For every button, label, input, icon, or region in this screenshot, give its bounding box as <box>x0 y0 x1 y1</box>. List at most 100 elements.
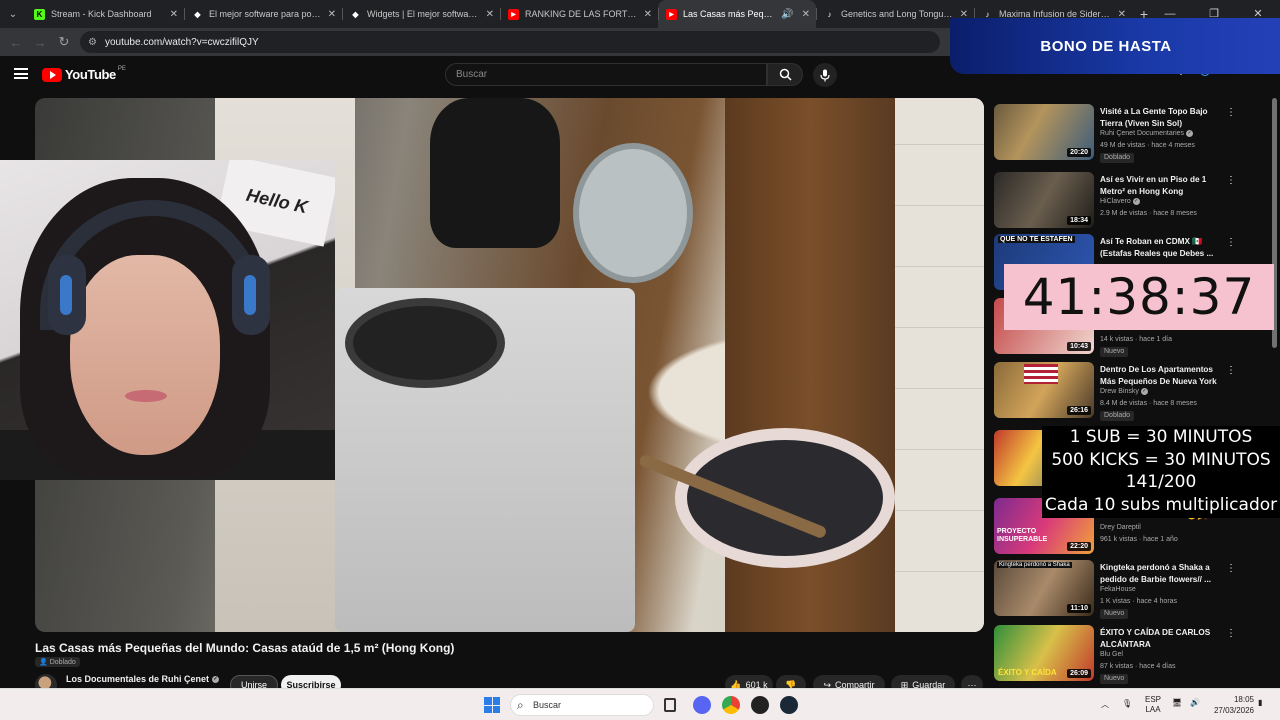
url-text: youtube.com/watch?v=cwczifilQJY <box>104 36 259 48</box>
tab-search-chevron-icon[interactable]: ⌄ <box>0 0 26 28</box>
obs-icon[interactable] <box>751 696 769 714</box>
headset-earcup-left <box>48 255 86 335</box>
list-item[interactable]: ÉXITO Y CAÍDA 26:09 ÉXITO Y CAÍDA DE CAR… <box>994 625 1264 685</box>
headset-earcup-right <box>232 255 270 335</box>
microphone-tray-icon[interactable]: 🎙 <box>1122 699 1132 708</box>
rec-channel[interactable]: Drey Dareptil <box>1100 524 1141 531</box>
verified-icon: ✓ <box>1140 388 1148 395</box>
close-tab-icon[interactable]: ✕ <box>328 9 336 20</box>
dubbed-icon: 👤 <box>39 659 48 666</box>
taskbar-search-input[interactable]: Buscar <box>510 694 654 716</box>
rec-more-icon[interactable]: ⋮ <box>1226 175 1236 186</box>
tab-title: El mejor software para potenciar <box>209 9 322 19</box>
rec-meta: 1 K vistas · hace 4 horas <box>1100 598 1178 605</box>
rec-channel-name: Ruhi Çenet Documentaries <box>1100 130 1185 137</box>
clock[interactable]: 18:05 27/03/2026 <box>1208 694 1254 716</box>
browser-tab[interactable]: K Stream - Kick Dashboard ✕ <box>26 0 184 28</box>
rec-meta: 2.9 M de vistas · hace 8 meses <box>1100 210 1197 217</box>
back-arrow-icon[interactable]: ← <box>4 35 28 50</box>
duration-badge: 26:16 <box>1067 406 1091 415</box>
voice-search-button[interactable] <box>813 63 837 87</box>
rec-channel-name: FekaHouse <box>1100 586 1136 593</box>
file-explorer-icon[interactable] <box>693 696 711 714</box>
rec-title[interactable]: Visité a La Gente Topo Bajo Tierra (Vive… <box>1100 106 1224 129</box>
volume-icon[interactable]: 🔊 <box>1190 698 1200 707</box>
dubbed-badge: Doblado <box>1100 411 1135 421</box>
rec-more-icon[interactable]: ⋮ <box>1226 107 1236 118</box>
rec-title[interactable]: Dentro De Los Apartamentos Más Pequeños … <box>1100 364 1224 387</box>
browser-tab-active[interactable]: ▶ Las Casas más Pequeñas del 🔊 ✕ <box>658 0 816 28</box>
rec-channel[interactable]: HiClavero ✓ <box>1100 198 1140 205</box>
video-thumbnail[interactable]: 20:20 <box>994 104 1094 160</box>
task-view-icon[interactable] <box>664 698 676 712</box>
rec-channel[interactable]: Ruhi Çenet Documentaries ✓ <box>1100 130 1194 137</box>
list-item[interactable]: 18:34 Así es Vivir en un Piso de 1 Metro… <box>994 172 1264 232</box>
thumbnail-text: QUE NO TE ESTAFEN <box>998 236 1075 243</box>
rule-line: 1 SUB = 30 MINUTOS <box>1069 427 1253 447</box>
video-thumbnail[interactable]: 18:34 <box>994 172 1094 228</box>
video-thumbnail[interactable]: Kingteka perdonó a Shaka 11:10 <box>994 560 1094 616</box>
rec-channel[interactable]: FekaHouse <box>1100 586 1136 593</box>
duration-badge: 26:09 <box>1067 669 1091 678</box>
subathon-rules: 1 SUB = 30 MINUTOS 500 KICKS = 30 MINUTO… <box>1042 426 1280 518</box>
language-code: ESP <box>1145 695 1162 704</box>
search-button[interactable] <box>767 63 803 86</box>
us-flag-icon <box>1024 364 1058 384</box>
rec-meta: 49 M de vistas · hace 4 meses <box>1100 142 1195 149</box>
verified-icon: ✓ <box>212 675 220 683</box>
close-tab-icon[interactable]: ✕ <box>802 9 810 20</box>
rule-line: Cada 10 subs multiplicador <box>1044 494 1278 515</box>
webcam-lips <box>125 390 167 402</box>
notification-icon[interactable]: ▮ <box>1258 698 1262 707</box>
video-frame-basin <box>573 143 693 283</box>
rec-more-icon[interactable]: ⋮ <box>1226 237 1236 248</box>
browser-tab[interactable]: ◆ Widgets | El mejor software para ✕ <box>342 0 500 28</box>
menu-icon[interactable] <box>14 68 28 79</box>
keyboard-layout: LAA <box>1145 705 1161 714</box>
tab-title: Genetics and Long Tongue: Fas <box>841 9 954 19</box>
rec-title[interactable]: ÉXITO Y CAÍDA DE CARLOS ALCÁNTARA <box>1100 627 1224 650</box>
forward-arrow-icon[interactable]: → <box>28 35 52 50</box>
search-icon <box>779 68 792 81</box>
video-thumbnail[interactable]: ÉXITO Y CAÍDA 26:09 <box>994 625 1094 681</box>
rec-title[interactable]: Así es Vivir en un Piso de 1 Metro² en H… <box>1100 174 1224 197</box>
list-item[interactable]: Kingteka perdonó a Shaka 11:10 Kingteka … <box>994 560 1264 620</box>
close-tab-icon[interactable]: ✕ <box>644 9 652 20</box>
chrome-icon[interactable] <box>722 696 740 714</box>
video-title: Las Casas más Pequeñas del Mundo: Casas … <box>35 641 455 655</box>
rec-more-icon[interactable]: ⋮ <box>1226 628 1236 639</box>
tab-title: Las Casas más Pequeñas del <box>683 9 775 19</box>
language-indicator[interactable]: ESP LAA <box>1145 695 1161 715</box>
site-info-icon[interactable]: ⚙ <box>88 37 97 48</box>
tray-chevron-icon[interactable]: ︿ <box>1101 699 1109 710</box>
rec-meta: 14 k vistas · hace 1 día <box>1100 336 1172 343</box>
video-frame-pan <box>345 298 505 388</box>
clock-time: 18:05 <box>1233 695 1254 704</box>
browser-tab[interactable]: ◆ El mejor software para potenciar ✕ <box>184 0 342 28</box>
list-item[interactable]: 20:20 Visité a La Gente Topo Bajo Tierra… <box>994 104 1264 164</box>
new-badge: Nuevo <box>1100 674 1129 684</box>
bonus-banner-text: BONO DE HASTA <box>1040 37 1172 55</box>
network-icon[interactable]: 🖥 <box>1172 698 1182 707</box>
search-input[interactable]: Buscar <box>445 63 767 86</box>
url-field[interactable]: ⚙ youtube.com/watch?v=cwczifilQJY <box>80 31 940 53</box>
tab-title: Widgets | El mejor software para <box>367 9 480 19</box>
close-tab-icon[interactable]: ✕ <box>170 9 178 20</box>
speaker-icon[interactable]: 🔊 <box>781 9 793 20</box>
close-tab-icon[interactable]: ✕ <box>486 9 494 20</box>
rec-title[interactable]: Así Te Roban en CDMX 🇲🇽 (Estafas Reales … <box>1100 236 1224 259</box>
youtube-logo[interactable]: YouTube PE <box>42 66 126 82</box>
windows-start-icon[interactable] <box>484 697 500 713</box>
rec-title[interactable]: Kingteka perdonó a Shaka a pedido de Bar… <box>1100 562 1224 585</box>
browser-tab[interactable]: ▶ RANKING DE LAS FORTUNAS DE ✕ <box>500 0 658 28</box>
list-item[interactable]: 26:16 Dentro De Los Apartamentos Más Peq… <box>994 362 1264 422</box>
channel-name[interactable]: Los Documentales de Ruhi Çenet ✓ <box>66 674 220 684</box>
video-thumbnail[interactable]: 26:16 <box>994 362 1094 418</box>
reload-icon[interactable]: ↻ <box>52 34 76 50</box>
rec-channel[interactable]: Drew Binsky ✓ <box>1100 388 1148 395</box>
steam-icon[interactable] <box>780 696 798 714</box>
rec-more-icon[interactable]: ⋮ <box>1226 563 1236 574</box>
rec-more-icon[interactable]: ⋮ <box>1226 365 1236 376</box>
video-frame-tiles <box>895 98 984 632</box>
rec-channel[interactable]: Blu Gel <box>1100 651 1123 658</box>
